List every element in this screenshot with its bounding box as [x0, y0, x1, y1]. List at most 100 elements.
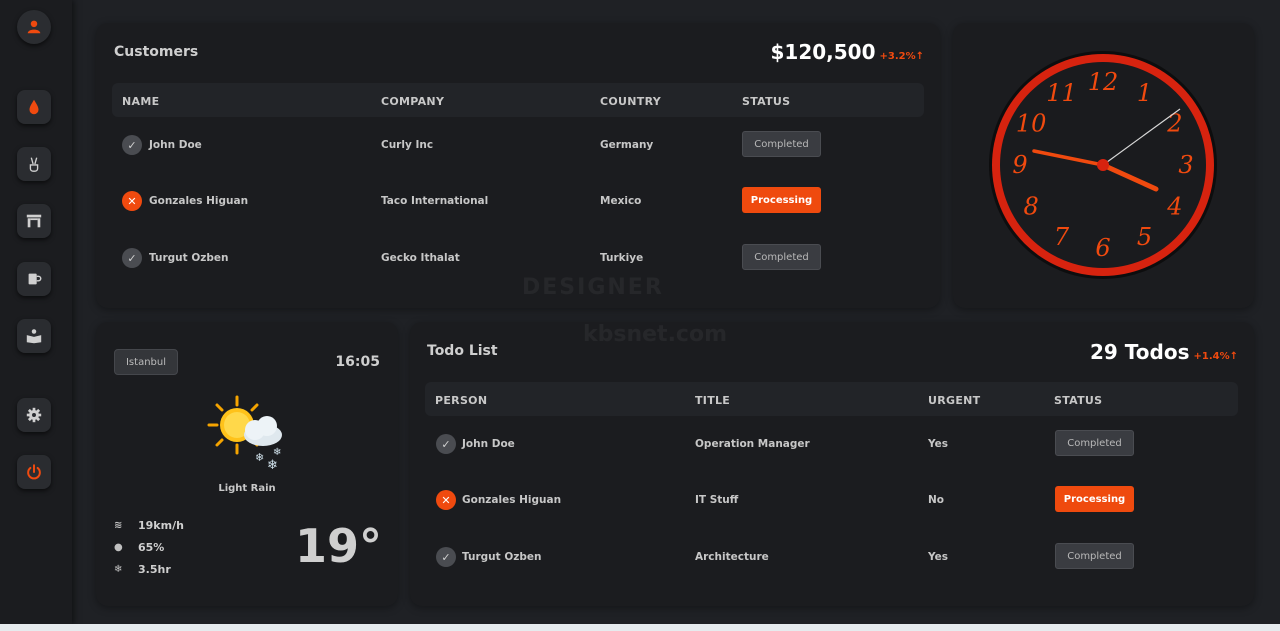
customers-delta: +3.2%↑ — [879, 51, 925, 62]
customer-name: Turgut Ozben — [149, 252, 229, 264]
customers-table-header: NAME COMPANY COUNTRY STATUS — [112, 83, 924, 117]
sidebar-item-reader[interactable] — [17, 319, 51, 353]
gate-icon — [26, 214, 42, 228]
todo-urgent: Yes — [928, 438, 949, 450]
clock-numeral: 12 — [1088, 68, 1119, 96]
column-header-urgent: URGENT — [928, 394, 981, 407]
customer-country: Germany — [600, 139, 654, 151]
column-header-name: NAME — [122, 95, 160, 108]
table-row[interactable]: ✓ Turgut Ozben Architecture Yes Complete… — [425, 541, 1238, 575]
user-icon — [27, 20, 41, 34]
check-icon: ✓ — [122, 135, 142, 155]
drop-icon: ● — [114, 542, 123, 553]
column-header-person: PERSON — [435, 394, 488, 407]
sun-cloud-snow-icon: ❄ ❄ ❄ — [207, 395, 282, 473]
todo-count: 29 Todos +1.4%↑ — [1090, 340, 1238, 364]
todo-title: Todo List — [427, 343, 498, 359]
clock-numeral: 9 — [1012, 151, 1027, 179]
mug-icon — [28, 273, 42, 285]
humidity-value: 65% — [138, 541, 165, 554]
customer-company: Curly Inc — [381, 139, 434, 151]
sidebar — [0, 0, 72, 624]
weather-condition: Light Rain — [218, 483, 276, 494]
svg-text:❄: ❄ — [273, 447, 281, 458]
sidebar-item-mug[interactable] — [17, 262, 51, 296]
todo-person: Turgut Ozben — [462, 551, 542, 563]
analog-clock: 12 1234567891011 — [989, 51, 1217, 279]
table-row[interactable]: ✓ John Doe Curly Inc Germany Completed — [112, 129, 924, 163]
customer-country: Turkiye — [600, 252, 644, 264]
clock-numeral: 6 — [1095, 234, 1110, 262]
sun-stat: ❄ 3.5hr — [114, 563, 171, 576]
column-header-company: COMPANY — [381, 95, 445, 108]
sidebar-item-settings[interactable] — [17, 398, 51, 432]
status-button[interactable]: Processing — [742, 187, 821, 213]
clock-numeral: 1 — [1137, 79, 1152, 107]
sidebar-item-power[interactable] — [17, 455, 51, 489]
svg-text:❄: ❄ — [255, 451, 264, 464]
customer-name: John Doe — [149, 139, 202, 151]
customers-total: $120,500 +3.2%↑ — [770, 40, 924, 64]
sidebar-item-peace[interactable] — [17, 147, 51, 181]
column-header-title: TITLE — [695, 394, 731, 407]
todo-card: Todo List 29 Todos +1.4%↑ PERSON TITLE UR… — [410, 322, 1254, 606]
sun-value: 3.5hr — [138, 563, 171, 576]
table-row[interactable]: ✕ Gonzales Higuan Taco International Mex… — [112, 185, 924, 219]
customer-name: Gonzales Higuan — [149, 195, 249, 207]
clock-numeral: 10 — [1016, 110, 1047, 138]
wind-value: 19km/h — [138, 519, 184, 532]
todo-task-title: Architecture — [695, 551, 769, 563]
clock-numeral: 7 — [1054, 223, 1070, 251]
customer-country: Mexico — [600, 195, 642, 207]
peace-hand-icon — [29, 157, 39, 172]
status-button[interactable]: Completed — [1055, 430, 1134, 456]
city-button[interactable]: Istanbul — [114, 349, 178, 375]
humidity-stat: ● 65% — [114, 541, 164, 554]
sidebar-item-gate[interactable] — [17, 204, 51, 238]
todo-urgent: No — [928, 494, 945, 506]
customer-company: Gecko Ithalat — [381, 252, 460, 264]
table-row[interactable]: ✕ Gonzales Higuan IT Stuff No Processing — [425, 484, 1238, 518]
column-header-status: STATUS — [1054, 394, 1103, 407]
weather-card: Istanbul 16:05 ❄ ❄ ❄ Light Rain ≋ 19km/h … — [96, 322, 398, 606]
check-icon: ✓ — [436, 434, 456, 454]
customers-title: Customers — [114, 44, 199, 60]
status-button[interactable]: Completed — [742, 244, 821, 270]
clock-card: 12 1 2 3 4 5 6 7 8 9 10 11 — [953, 23, 1254, 308]
table-row[interactable]: ✓ Turgut Ozben Gecko Ithalat Turkiye Com… — [112, 242, 924, 276]
todo-person: John Doe — [462, 438, 515, 450]
column-header-country: COUNTRY — [600, 95, 661, 108]
sidebar-item-drop[interactable] — [17, 90, 51, 124]
drop-icon — [29, 99, 39, 115]
todo-delta: +1.4%↑ — [1193, 351, 1239, 362]
table-row[interactable]: ✓ John Doe Operation Manager Yes Complet… — [425, 428, 1238, 462]
close-icon: ✕ — [122, 191, 142, 211]
clock-numeral: 5 — [1137, 223, 1152, 251]
close-icon: ✕ — [436, 490, 456, 510]
check-icon: ✓ — [436, 547, 456, 567]
todo-urgent: Yes — [928, 551, 949, 563]
watermark-url: kbsnet.com — [583, 322, 728, 347]
column-header-status: STATUS — [742, 95, 791, 108]
gear-icon — [26, 407, 42, 423]
weather-time: 16:05 — [335, 354, 380, 370]
todo-person: Gonzales Higuan — [462, 494, 562, 506]
watermark-text: DESIGNER — [522, 275, 664, 300]
power-icon — [27, 464, 41, 480]
temperature: 19° — [294, 519, 382, 573]
status-button[interactable]: Processing — [1055, 486, 1134, 512]
customer-company: Taco International — [381, 195, 489, 207]
status-button[interactable]: Completed — [1055, 543, 1134, 569]
bottom-bar — [0, 624, 1280, 631]
todo-table-header: PERSON TITLE URGENT STATUS — [425, 382, 1238, 416]
reader-icon — [26, 329, 42, 344]
avatar-button[interactable] — [17, 10, 51, 44]
clock-numeral: 4 — [1166, 193, 1182, 221]
clock-numeral: 8 — [1023, 193, 1038, 221]
check-icon: ✓ — [122, 248, 142, 268]
todo-task-title: IT Stuff — [695, 494, 739, 506]
status-button[interactable]: Completed — [742, 131, 821, 157]
todo-task-title: Operation Manager — [695, 438, 810, 450]
clock-center — [1097, 159, 1109, 171]
customers-card: Customers $120,500 +3.2%↑ NAME COMPANY CO… — [96, 23, 940, 308]
